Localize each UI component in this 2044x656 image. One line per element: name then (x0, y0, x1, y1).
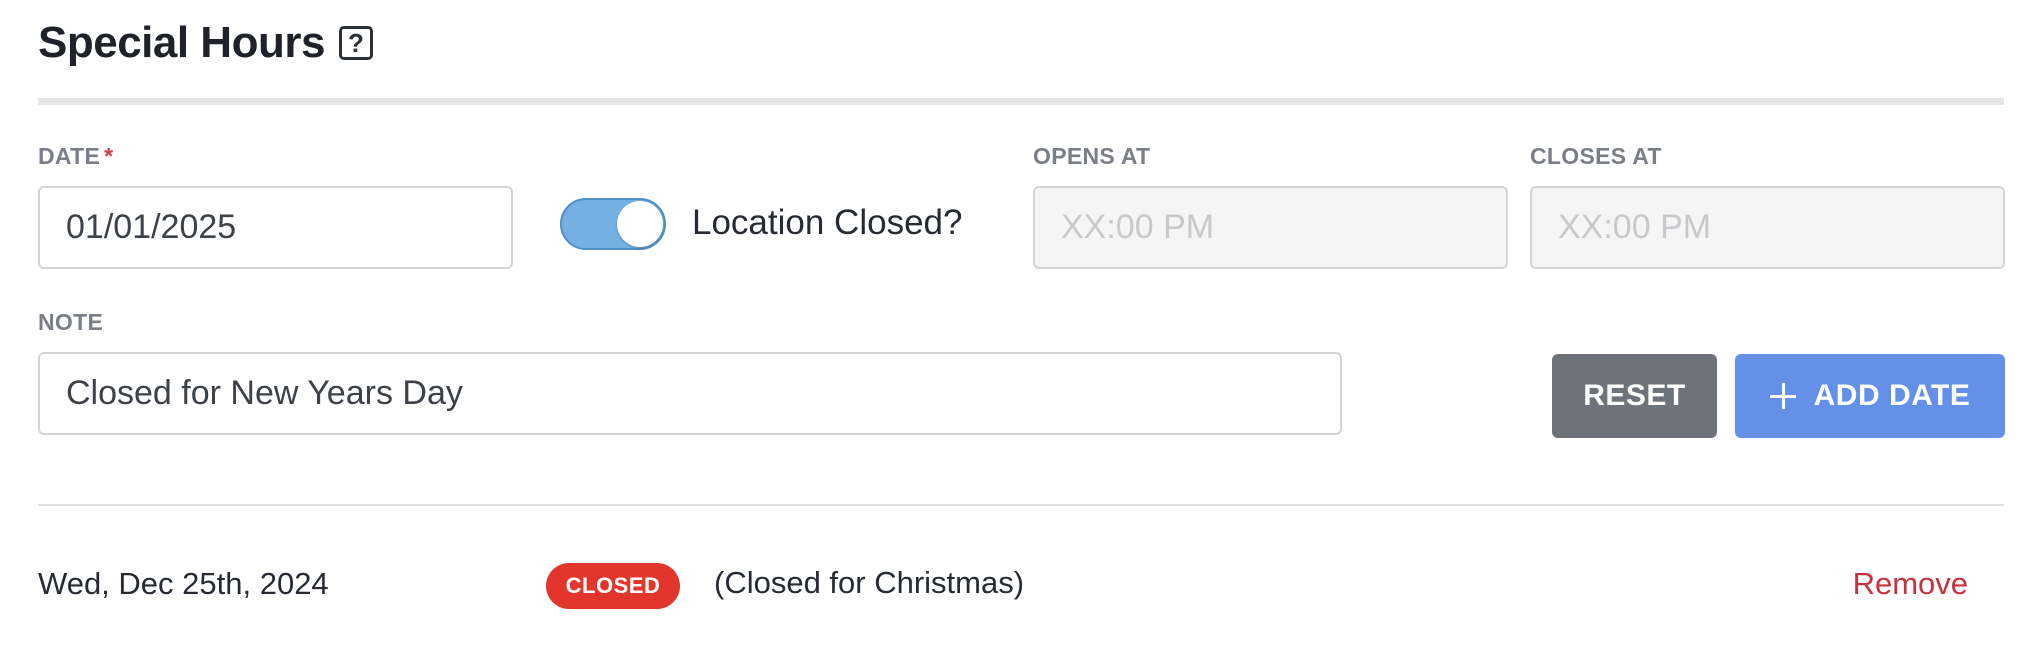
note-input[interactable]: Closed for New Years Day (38, 352, 1342, 435)
date-input[interactable]: 01/01/2025 (38, 186, 513, 269)
title-row: Special Hours ? (38, 18, 373, 68)
list-divider (38, 504, 2004, 506)
closes-at-input[interactable]: XX:00 PM (1530, 186, 2005, 269)
special-hours-panel: Special Hours ? DATE * 01/01/2025 Locatio… (0, 0, 2044, 656)
date-label-text: DATE (38, 143, 101, 169)
add-date-button-label: ADD DATE (1813, 379, 1971, 412)
add-date-button[interactable]: ADD DATE (1735, 354, 2005, 438)
date-label: DATE * (38, 143, 113, 170)
reset-button[interactable]: RESET (1552, 354, 1717, 438)
required-mark: * (104, 143, 114, 169)
opens-at-label: OPENS AT (1033, 143, 1151, 169)
location-closed-label: Location Closed? (692, 203, 963, 242)
entry-note: (Closed for Christmas) (714, 565, 1025, 600)
status-badge: CLOSED (546, 563, 680, 609)
entry-date: Wed, Dec 25th, 2024 (38, 566, 329, 601)
opens-at-input[interactable]: XX:00 PM (1033, 186, 1508, 269)
note-label: NOTE (38, 309, 104, 335)
location-closed-toggle[interactable] (560, 198, 666, 250)
help-icon[interactable]: ? (338, 26, 373, 60)
reset-button-label: RESET (1583, 379, 1686, 412)
remove-link[interactable]: Remove (1853, 566, 1968, 602)
closes-at-label: CLOSES AT (1530, 143, 1662, 169)
page-title: Special Hours (38, 18, 325, 67)
title-divider (38, 98, 2004, 105)
toggle-knob (617, 201, 663, 247)
plus-icon (1769, 383, 1796, 409)
